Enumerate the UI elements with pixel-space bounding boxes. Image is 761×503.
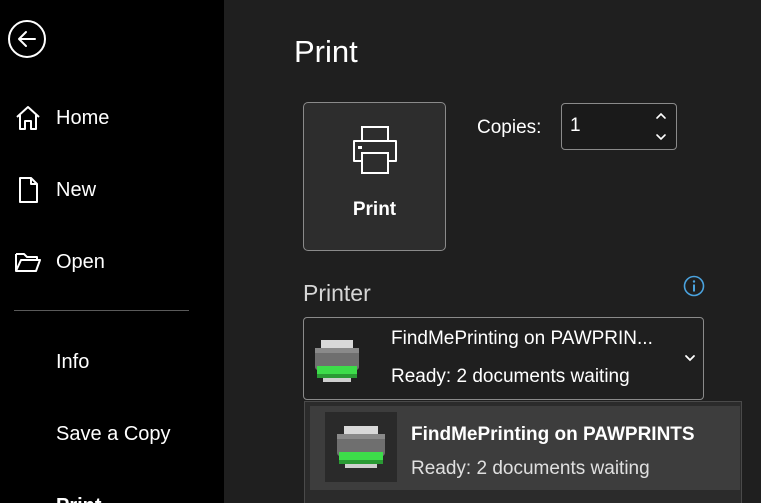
sidebar-item-info[interactable]: Info bbox=[0, 342, 224, 382]
print-button[interactable]: Print bbox=[303, 102, 446, 251]
back-arrow-icon bbox=[18, 31, 36, 47]
folder-open-icon bbox=[13, 247, 43, 277]
sidebar-item-label: Print bbox=[56, 495, 102, 503]
printer-section-title: Printer bbox=[303, 280, 371, 306]
print-button-label: Print bbox=[352, 199, 397, 220]
chevron-down-icon bbox=[685, 355, 695, 362]
printer-device-icon bbox=[315, 340, 359, 382]
sidebar-item-open[interactable]: Open bbox=[0, 242, 224, 282]
print-backstage: Home New Open Info Save a Copy Print Pri… bbox=[0, 0, 761, 503]
sidebar-item-label: Info bbox=[56, 350, 90, 373]
copies-decrement-button[interactable] bbox=[654, 130, 668, 144]
chevron-down-icon bbox=[656, 134, 666, 141]
sidebar-item-home[interactable]: Home bbox=[0, 98, 224, 138]
sidebar-divider bbox=[14, 310, 189, 311]
printer-select[interactable]: FindMePrinting on PAWPRIN... Ready: 2 do… bbox=[303, 317, 704, 400]
printer-option-status: Ready: 2 documents waiting bbox=[411, 458, 650, 479]
main-panel: Print Print Copies: 1 Printer FindMePrin… bbox=[224, 0, 761, 503]
printer-device-icon bbox=[325, 412, 397, 482]
selected-printer-name: FindMePrinting on PAWPRIN... bbox=[391, 328, 653, 349]
home-icon bbox=[13, 103, 43, 133]
sidebar-item-print[interactable]: Print bbox=[0, 486, 224, 503]
printer-dropdown: FindMePrinting on PAWPRINTS Ready: 2 doc… bbox=[304, 401, 742, 503]
copies-increment-button[interactable] bbox=[654, 109, 668, 123]
sidebar-item-label: Home bbox=[56, 106, 110, 129]
printer-icon bbox=[353, 126, 397, 174]
sidebar: Home New Open Info Save a Copy bbox=[0, 0, 224, 503]
chevron-up-icon bbox=[656, 112, 666, 119]
page-title: Print bbox=[294, 34, 358, 69]
info-icon[interactable] bbox=[683, 275, 705, 297]
new-document-icon bbox=[13, 175, 43, 205]
sidebar-item-label: Open bbox=[56, 250, 105, 273]
sidebar-item-label: Save a Copy bbox=[56, 422, 171, 445]
selected-printer-status: Ready: 2 documents waiting bbox=[391, 366, 630, 387]
printer-option[interactable]: FindMePrinting on PAWPRINTS Ready: 2 doc… bbox=[310, 406, 740, 490]
copies-input[interactable] bbox=[570, 114, 640, 138]
back-button[interactable] bbox=[8, 20, 46, 58]
copies-stepper bbox=[561, 103, 677, 150]
sidebar-item-new[interactable]: New bbox=[0, 170, 224, 210]
copies-label: Copies: bbox=[477, 117, 542, 138]
sidebar-item-save-a-copy[interactable]: Save a Copy bbox=[0, 414, 224, 454]
sidebar-item-label: New bbox=[56, 178, 97, 201]
printer-option-name: FindMePrinting on PAWPRINTS bbox=[411, 424, 695, 445]
